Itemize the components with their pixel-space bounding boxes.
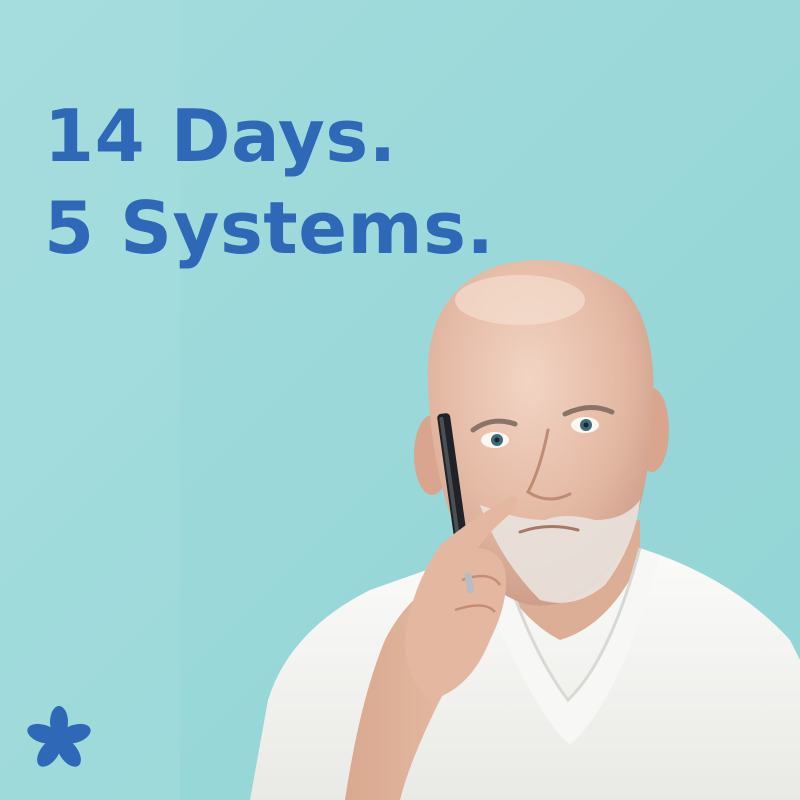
promo-image: 14 Days. 5 Systems. xyxy=(0,0,800,800)
blue-flower-asterisk-logo-icon xyxy=(27,706,91,767)
man-photo xyxy=(250,260,800,800)
